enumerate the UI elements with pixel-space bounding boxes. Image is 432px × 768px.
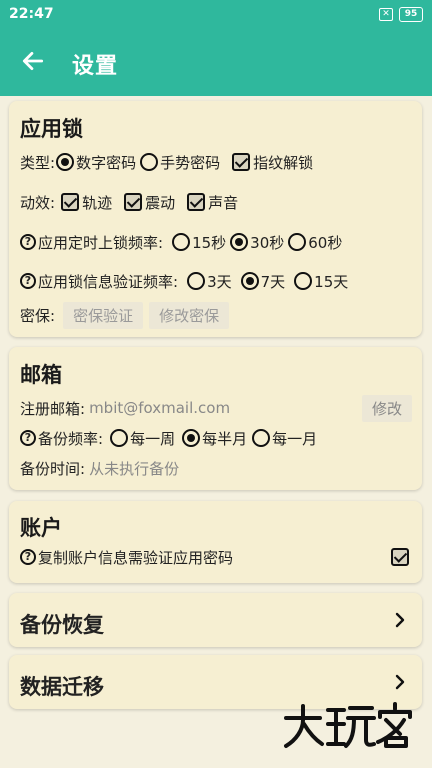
backup-time-row: 备份时间: 从未执行备份: [20, 455, 179, 481]
app-lock-title: 应用锁: [20, 117, 83, 141]
vibrate-label: 震动: [145, 193, 176, 212]
7d-label: 7天: [260, 272, 286, 291]
timed-lock-label: 应用定时上锁频率:: [38, 233, 164, 252]
lock-type-label: 类型:: [20, 153, 56, 172]
register-email-label: 注册邮箱:: [20, 399, 86, 418]
help-icon[interactable]: ?: [20, 430, 36, 446]
copy-verify-row: ? 复制账户信息需验证应用密码: [20, 544, 412, 570]
sound-checkbox[interactable]: [187, 193, 206, 211]
radio-30s[interactable]: [230, 233, 249, 251]
watermark-logo: [284, 702, 412, 748]
backup-restore-label: 备份恢复: [20, 613, 104, 637]
verify-security-button[interactable]: 密保验证: [63, 301, 144, 329]
status-bar: 22:47 ✕ 95: [0, 0, 432, 30]
15s-label: 15秒: [192, 233, 227, 252]
account-card: 账户 ? 复制账户信息需验证应用密码: [9, 501, 422, 583]
monthly-label: 每一月: [272, 429, 318, 448]
radio-15d[interactable]: [294, 272, 313, 290]
backup-freq-label: 备份频率:: [38, 429, 104, 448]
copy-verify-label: 复制账户信息需验证应用密码: [38, 548, 234, 567]
30s-label: 30秒: [250, 233, 285, 252]
arrow-left-icon[interactable]: [20, 48, 46, 74]
backup-freq-row: ? 备份频率: 每一周 每半月 每一月: [20, 425, 317, 451]
radio-60s[interactable]: [288, 233, 307, 251]
track-label: 轨迹: [82, 193, 113, 212]
radio-monthly[interactable]: [252, 429, 271, 447]
help-icon[interactable]: ?: [20, 273, 36, 289]
timed-lock-row: ? 应用定时上锁频率: 15秒 30秒 60秒: [20, 229, 342, 255]
radio-gesture-password[interactable]: [140, 153, 159, 171]
radio-weekly[interactable]: [110, 429, 129, 447]
radio-7d[interactable]: [240, 272, 259, 290]
email-title: 邮箱: [20, 363, 62, 387]
backup-restore-item[interactable]: 备份恢复: [9, 593, 422, 647]
help-icon[interactable]: ?: [20, 549, 36, 565]
chevron-right-icon: [395, 612, 405, 628]
register-email-value: mbit@foxmail.com: [89, 399, 231, 417]
security-label: 密保:: [20, 306, 56, 325]
page-title: 设置: [72, 54, 119, 79]
email-card: 邮箱 注册邮箱: mbit@foxmail.com 修改 ? 备份频率: 每一周…: [9, 347, 422, 490]
vibrate-checkbox[interactable]: [124, 193, 143, 211]
radio-half-month[interactable]: [182, 429, 201, 447]
fingerprint-checkbox[interactable]: [232, 153, 251, 171]
app-lock-card: 应用锁 类型: 数字密码 手势密码 指纹解锁 动效: 轨迹 震动 声音 ? 应用…: [9, 101, 422, 337]
battery-icon: 95: [399, 7, 423, 22]
radio-digit-password[interactable]: [56, 153, 75, 171]
track-checkbox[interactable]: [61, 193, 80, 211]
backup-time-label: 备份时间:: [20, 459, 86, 478]
backup-time-value: 从未执行备份: [89, 459, 180, 478]
3d-label: 3天: [207, 272, 232, 291]
radio-15s[interactable]: [172, 233, 191, 251]
status-time: 22:47: [9, 6, 54, 22]
gesture-password-label: 手势密码: [160, 153, 221, 172]
half-month-label: 每半月: [202, 429, 248, 448]
chevron-right-icon: [395, 674, 405, 690]
data-migration-label: 数据迁移: [20, 675, 104, 699]
security-row: 密保: 密保验证 修改密保: [20, 301, 230, 329]
effects-label: 动效:: [20, 193, 56, 212]
sound-label: 声音: [208, 193, 239, 212]
lock-type-row: 类型: 数字密码 手势密码 指纹解锁: [20, 149, 313, 175]
copy-verify-checkbox[interactable]: [391, 548, 409, 566]
change-security-button[interactable]: 修改密保: [149, 301, 230, 329]
fingerprint-label: 指纹解锁: [253, 153, 314, 172]
verify-freq-row: ? 应用锁信息验证频率: 3天 7天 15天: [20, 268, 348, 294]
digit-password-label: 数字密码: [76, 153, 137, 172]
weekly-label: 每一周: [130, 429, 176, 448]
account-title: 账户: [20, 516, 62, 540]
sim-x-icon: ✕: [379, 8, 393, 21]
help-icon[interactable]: ?: [20, 234, 36, 250]
60s-label: 60秒: [308, 233, 343, 252]
effects-row: 动效: 轨迹 震动 声音: [20, 189, 238, 215]
app-bar: 设置: [0, 30, 432, 96]
radio-3d[interactable]: [187, 272, 206, 290]
15d-label: 15天: [314, 272, 349, 291]
register-email-row: 注册邮箱: mbit@foxmail.com 修改: [20, 394, 412, 422]
edit-email-button[interactable]: 修改: [361, 394, 412, 422]
verify-freq-label: 应用锁信息验证频率:: [38, 272, 179, 291]
